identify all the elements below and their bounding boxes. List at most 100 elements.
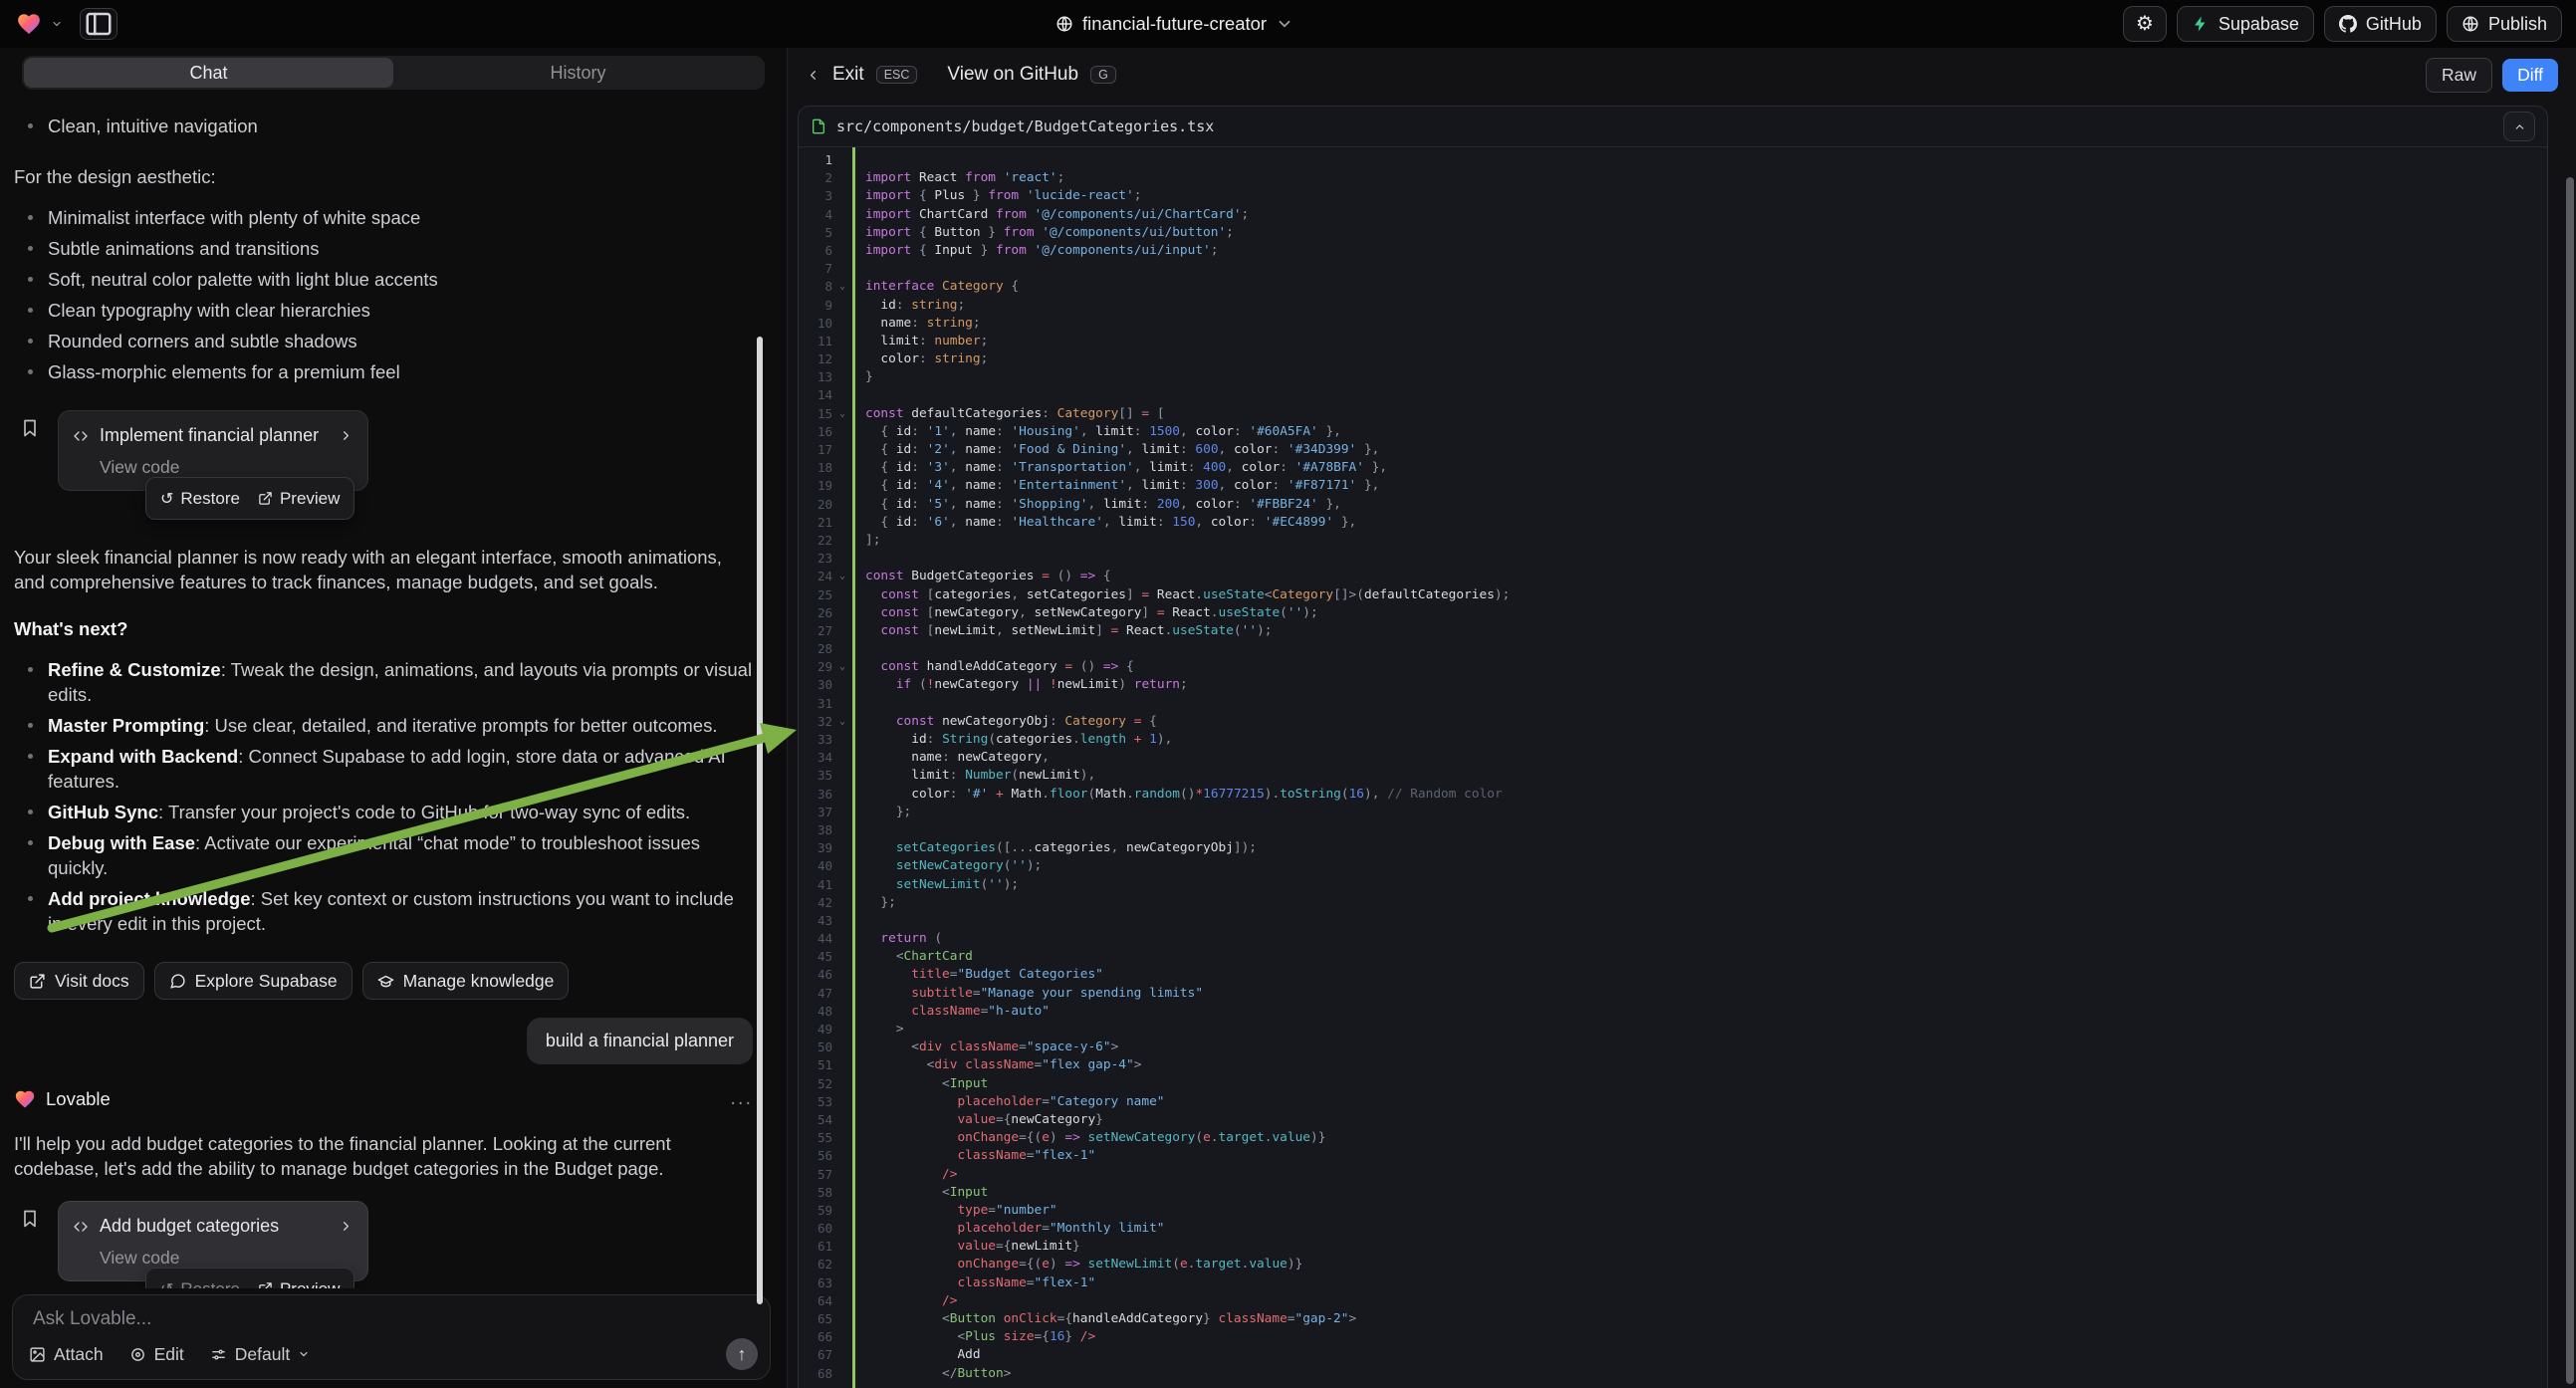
fold-icon[interactable]: ⌄ xyxy=(832,713,852,731)
github-button[interactable]: GitHub xyxy=(2324,6,2437,42)
code-content: import { Plus } from 'lucide-react'; xyxy=(852,187,1141,205)
chat-input[interactable]: Ask Lovable... xyxy=(33,1308,151,1330)
preview-button[interactable]: Preview xyxy=(258,486,340,511)
tab-history[interactable]: History xyxy=(393,58,763,88)
line-number: 7 xyxy=(799,260,832,278)
toggle-sidebar-button[interactable] xyxy=(80,8,117,40)
g-key-badge: G xyxy=(1090,66,1116,84)
bookmark-icon[interactable] xyxy=(20,1209,40,1229)
line-number: 29 xyxy=(799,658,832,676)
code-line: 13} xyxy=(799,368,2547,386)
code-line: 11 limit: number; xyxy=(799,333,2547,350)
code-line: 67 Add xyxy=(799,1346,2547,1364)
code-content: name: newCategory, xyxy=(852,749,1050,767)
fold-icon[interactable]: ⌄ xyxy=(832,278,852,296)
line-number: 41 xyxy=(799,876,832,894)
supabase-button[interactable]: Supabase xyxy=(2177,6,2314,42)
collapse-file-button[interactable] xyxy=(2503,112,2535,141)
view-on-github-link[interactable]: View on GitHub xyxy=(947,64,1078,86)
code-line: 6import { Input } from '@/components/ui/… xyxy=(799,242,2547,260)
code-content: value={newLimit} xyxy=(852,1238,1080,1256)
file-header[interactable]: src/components/budget/BudgetCategories.t… xyxy=(799,107,2547,147)
window-scrollbar[interactable] xyxy=(2566,177,2574,1384)
chip-explore-supabase[interactable]: Explore Supabase xyxy=(154,962,352,1000)
raw-button[interactable]: Raw xyxy=(2426,58,2492,93)
code-line: 55 onChange={(e) => setNewCategory(e.tar… xyxy=(799,1129,2547,1147)
tab-chat[interactable]: Chat xyxy=(24,58,393,88)
code-line: 17 { id: '2', name: 'Food & Dining', lim… xyxy=(799,441,2547,459)
code-line: 23 xyxy=(799,550,2547,568)
code-line: 16 { id: '1', name: 'Housing', limit: 15… xyxy=(799,423,2547,441)
globe-icon xyxy=(1055,15,1073,33)
lovable-logo-icon[interactable] xyxy=(16,11,42,37)
edit-button[interactable]: Edit xyxy=(129,1344,184,1365)
line-number: 54 xyxy=(799,1111,832,1129)
line-number: 52 xyxy=(799,1075,832,1093)
fold-icon[interactable]: ⌄ xyxy=(832,568,852,585)
project-switcher[interactable]: financial-future-creator xyxy=(1055,0,1293,48)
code-line: 35 limit: Number(newLimit), xyxy=(799,767,2547,785)
code-content: return ( xyxy=(852,930,942,948)
code-line: 22]; xyxy=(799,532,2547,550)
code-content: limit: Number(newLimit), xyxy=(852,767,1095,785)
chevron-right-icon[interactable] xyxy=(339,428,353,443)
line-number: 31 xyxy=(799,695,832,713)
line-number: 58 xyxy=(799,1184,832,1202)
diff-button[interactable]: Diff xyxy=(2502,59,2558,92)
code-content: setCategories([...categories, newCategor… xyxy=(852,839,1257,857)
code-line: 30 if (!newCategory || !newLimit) return… xyxy=(799,676,2547,694)
back-chevron-icon[interactable] xyxy=(806,68,820,83)
attach-button[interactable]: Attach xyxy=(29,1344,104,1365)
code-line: 54 value={newCategory} xyxy=(799,1111,2547,1129)
code-editor[interactable]: 12import React from 'react';3import { Pl… xyxy=(799,147,2547,1388)
code-line: 39 setCategories([...categories, newCate… xyxy=(799,839,2547,857)
bullet-item: Glass-morphic elements for a premium fee… xyxy=(24,359,753,384)
code-line: 21 { id: '6', name: 'Healthcare', limit:… xyxy=(799,514,2547,532)
line-number: 17 xyxy=(799,441,832,459)
send-button[interactable]: ↑ xyxy=(726,1338,758,1370)
code-line: 38 xyxy=(799,821,2547,839)
code-line: 20 { id: '5', name: 'Shopping', limit: 2… xyxy=(799,496,2547,514)
restore-button[interactable]: ↺Restore xyxy=(160,1276,240,1288)
line-number: 12 xyxy=(799,350,832,368)
workspace-chevron-down-icon[interactable] xyxy=(51,18,63,30)
exit-button[interactable]: Exit xyxy=(832,64,864,86)
chevron-right-icon[interactable] xyxy=(339,1219,353,1234)
composer[interactable]: Ask Lovable... Attach Edit Default ↑ xyxy=(12,1294,771,1380)
code-line: 50 <div className="space-y-6"> xyxy=(799,1039,2547,1056)
code-content: onChange={(e) => setNewCategory(e.target… xyxy=(852,1129,1325,1147)
publish-button[interactable]: Publish xyxy=(2447,6,2562,42)
line-number: 63 xyxy=(799,1274,832,1292)
code-content: color: string; xyxy=(852,350,988,368)
code-content: { id: '4', name: 'Entertainment', limit:… xyxy=(852,477,1379,495)
target-icon xyxy=(129,1346,146,1363)
chip-label: Manage knowledge xyxy=(403,969,555,994)
code-viewer-header: Exit ESC View on GitHub G Raw Diff xyxy=(788,48,2576,102)
chat-bullet-list: Clean, intuitive navigation xyxy=(14,114,753,144)
code-line: 68 </Button> xyxy=(799,1365,2547,1383)
fold-icon[interactable]: ⌄ xyxy=(832,405,852,423)
line-number: 13 xyxy=(799,368,832,386)
code-content: Add xyxy=(852,1346,981,1364)
line-number: 32 xyxy=(799,713,832,731)
project-chevron-down-icon xyxy=(1276,15,1293,33)
bookmark-icon[interactable] xyxy=(20,418,40,438)
chip-manage-knowledge[interactable]: Manage knowledge xyxy=(362,962,570,1000)
chip-visit-docs[interactable]: Visit docs xyxy=(14,962,144,1000)
code-line: 61 value={newLimit} xyxy=(799,1238,2547,1256)
code-icon xyxy=(73,428,89,444)
message-menu-button[interactable]: ... xyxy=(730,1086,753,1111)
bullet-item: GitHub Sync: Transfer your project's cod… xyxy=(24,800,753,824)
settings-button[interactable]: ⚙ xyxy=(2123,6,2167,42)
mode-select[interactable]: Default xyxy=(210,1344,310,1365)
code-line: 14 xyxy=(799,386,2547,404)
fold-icon[interactable]: ⌄ xyxy=(832,658,852,676)
preview-button[interactable]: Preview xyxy=(258,1276,340,1288)
restore-button[interactable]: ↺Restore xyxy=(160,486,240,511)
line-number: 56 xyxy=(799,1147,832,1165)
project-name: financial-future-creator xyxy=(1082,13,1267,35)
chip-label: Explore Supabase xyxy=(195,969,338,994)
preview-label: Preview xyxy=(280,1276,340,1288)
chat-scrollbar[interactable] xyxy=(757,337,763,1304)
code-content: <div className="space-y-6"> xyxy=(852,1039,1118,1056)
